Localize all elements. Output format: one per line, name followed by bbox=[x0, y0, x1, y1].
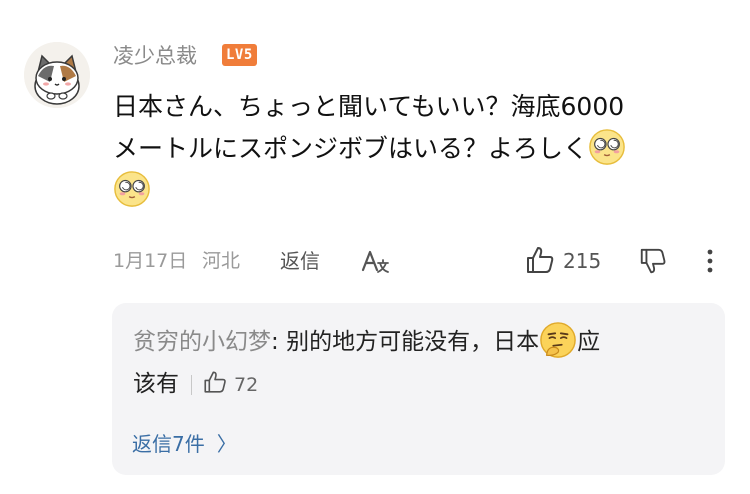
reply-like-count: 72 bbox=[234, 374, 259, 396]
translate-button[interactable] bbox=[360, 246, 392, 276]
dizzy-eyes-emoji-icon bbox=[114, 171, 150, 207]
reply-colon: : bbox=[271, 329, 287, 355]
replies-panel[interactable]: 贫穷的小幻梦: 别的地方可能没有，日本 应 该有 72 返信7件〉 bbox=[112, 303, 725, 475]
comment-line-2: メートルにスポンジボブはいる？よろしく bbox=[113, 128, 713, 170]
thinking-emoji-icon bbox=[540, 321, 576, 358]
dislike-button[interactable] bbox=[638, 246, 668, 276]
cat-avatar-icon bbox=[24, 42, 90, 108]
comment-author[interactable]: 凌少总裁 bbox=[113, 40, 197, 70]
chevron-right-icon: 〉 bbox=[216, 432, 237, 456]
more-vertical-icon bbox=[707, 249, 713, 273]
reply-line-2: 该有 72 bbox=[133, 363, 713, 406]
like-button[interactable] bbox=[524, 244, 556, 276]
thumbs-up-icon[interactable] bbox=[202, 369, 228, 395]
reply-text-part1: 别的地方可能没有，日本 bbox=[286, 329, 540, 355]
reply-line-1: 贫穷的小幻梦: 别的地方可能没有，日本 应 bbox=[133, 321, 713, 363]
reply-button[interactable]: 返信 bbox=[280, 246, 320, 276]
comment-line-1: 日本さん、ちょっと聞いてもいい？海底6000 bbox=[113, 92, 625, 121]
level-badge: LV5 bbox=[222, 44, 257, 66]
comment-line-3 bbox=[113, 170, 713, 212]
thumbs-up-icon bbox=[527, 247, 554, 273]
dizzy-eyes-emoji-icon bbox=[589, 129, 625, 165]
like-count: 215 bbox=[563, 249, 602, 273]
thumbs-down-icon bbox=[640, 248, 666, 274]
comment-region: 河北 bbox=[202, 250, 241, 272]
avatar[interactable] bbox=[24, 42, 90, 108]
comment-line-2-text: メートルにスポンジボブはいる？よろしく bbox=[113, 134, 589, 163]
view-replies-label: 返信7件 bbox=[132, 432, 205, 456]
comment-text: 日本さん、ちょっと聞いてもいい？海底6000 メートルにスポンジボブはいる？よろ… bbox=[113, 86, 713, 212]
reply-item: 贫穷的小幻梦: 别的地方可能没有，日本 应 该有 72 bbox=[133, 321, 713, 406]
reply-author[interactable]: 贫穷的小幻梦 bbox=[133, 329, 271, 355]
view-replies-link[interactable]: 返信7件〉 bbox=[132, 429, 237, 459]
reply-text-part3: 该有 bbox=[133, 371, 179, 397]
comment-date: 1月17日 bbox=[113, 250, 188, 272]
more-options-button[interactable] bbox=[700, 246, 720, 276]
reply-text-part2: 应 bbox=[577, 329, 601, 355]
translate-icon bbox=[361, 250, 389, 273]
divider bbox=[191, 374, 192, 395]
